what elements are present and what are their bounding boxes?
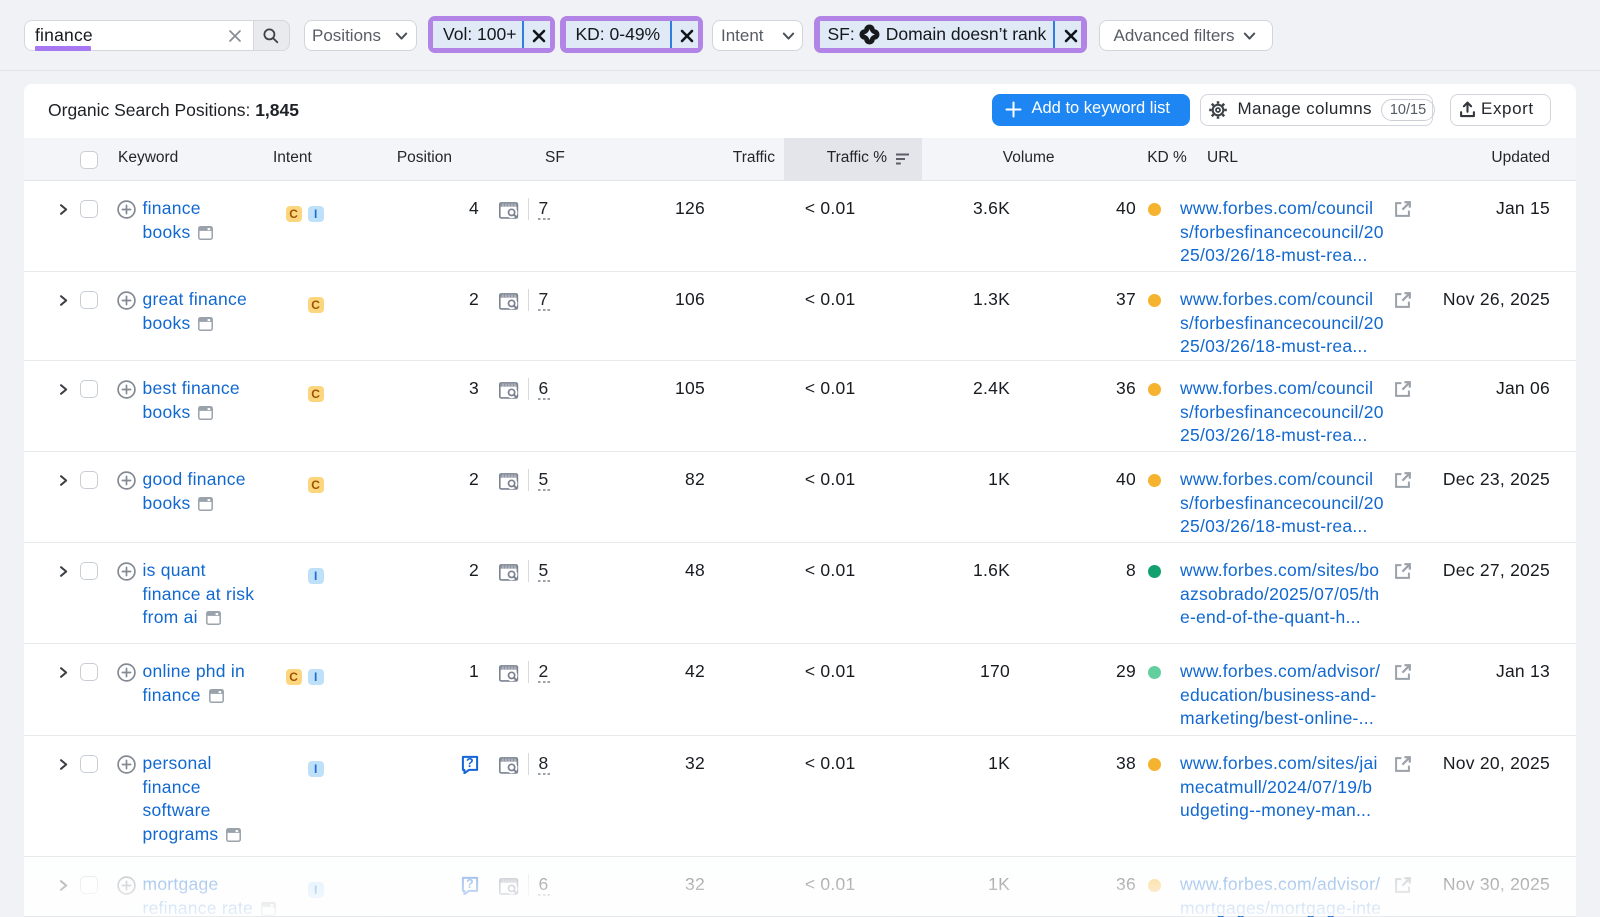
svg-text:?: ?	[466, 756, 474, 770]
